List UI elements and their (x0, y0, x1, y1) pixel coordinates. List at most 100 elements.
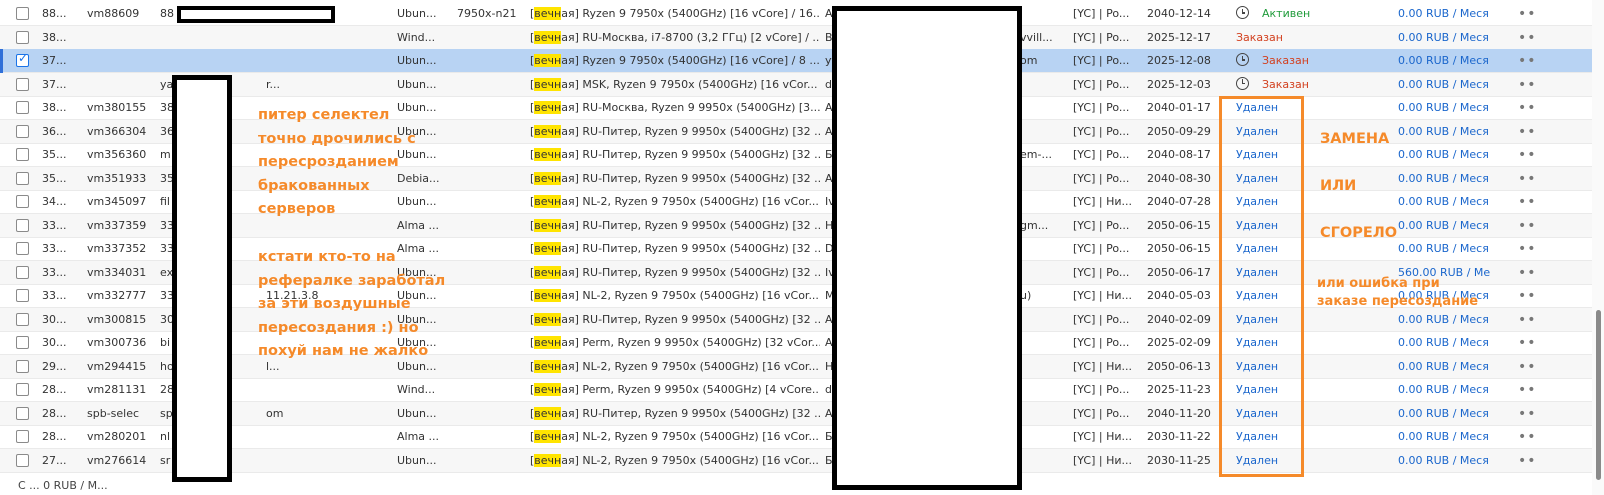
row-vm-name: vm281131 (87, 383, 147, 396)
row-checkbox[interactable] (16, 336, 29, 349)
annotation-line: заказе пересоздание (1317, 294, 1479, 309)
row-os: Ubun... (397, 453, 437, 467)
row-menu-icon[interactable]: ••• (1518, 425, 1538, 449)
row-vm-name: vm345097 (87, 195, 147, 208)
row-checkbox[interactable] (16, 77, 29, 91)
row-tariff: [вечная] Perm, Ryzen 9 9950x (5400GHz) [… (530, 378, 820, 402)
row-checkbox[interactable] (16, 383, 29, 396)
row-price[interactable]: 0.00 RUB / Меся (1398, 2, 1508, 26)
row-price[interactable]: 0.00 RUB / Меся (1398, 96, 1508, 120)
row-checkbox[interactable] (16, 312, 29, 326)
table-row[interactable]: 29... vm294415 ho l... Ubun... [вечная] NL-2,… (0, 354, 1604, 379)
row-checkbox[interactable] (16, 265, 29, 279)
row-expire-date: 2025-02-09 (1147, 336, 1211, 349)
row-os: Wind... (397, 383, 436, 396)
row-checkbox[interactable] (16, 359, 29, 373)
row-menu-icon[interactable]: ••• (1518, 378, 1538, 402)
row-expire-date: 2040-07-28 (1147, 195, 1211, 208)
table-row[interactable]: 30... vm300815 30 Ubun... [вечная] RU-Питер,… (0, 307, 1604, 332)
row-price[interactable]: 0.00 RUB / Меся (1398, 402, 1508, 426)
table-row[interactable]: 28... vm281131 28 Wind... [вечная] Perm, Ryz… (0, 378, 1604, 402)
row-vm-name (87, 26, 159, 50)
row-checkbox[interactable] (16, 51, 29, 67)
table-row[interactable]: 34... vm345097 fil Ubun... [вечная] NL-2, Ry… (0, 190, 1604, 214)
row-price[interactable]: 0.00 RUB / Меся (1398, 425, 1508, 449)
table-row[interactable]: 38... Wind... [вечная] RU-Москва, i7-8700 … (0, 25, 1604, 50)
tariff-text: ая] RU-Москва, Ryzen 9 9950x (5400GHz) [… (561, 101, 820, 114)
row-menu-icon[interactable]: ••• (1518, 190, 1538, 214)
row-expire-date: 2040-11-20 (1147, 406, 1211, 420)
table-row[interactable]: 38... vm380155 38 Ubun... [вечная] RU-Москва… (0, 96, 1604, 120)
row-comment (1020, 237, 1072, 261)
row-menu-icon[interactable]: ••• (1518, 355, 1538, 379)
row-checkbox[interactable] (16, 171, 29, 185)
row-account: [YC] | Po... (1073, 406, 1130, 420)
row-price[interactable]: 0.00 RUB / Меся (1398, 237, 1508, 261)
scrollbar-thumb[interactable] (1596, 310, 1601, 480)
row-menu-icon[interactable]: ••• (1518, 449, 1538, 473)
row-menu-icon[interactable]: ••• (1518, 167, 1538, 191)
row-price[interactable]: 0.00 RUB / Меся (1398, 73, 1508, 97)
row-comment (1020, 378, 1072, 402)
row-price[interactable]: 0.00 RUB / Меся (1398, 308, 1508, 332)
tariff-text: ая] RU-Питер, Ryzen 9 9950x (5400GHz) [3… (561, 148, 820, 161)
row-checkbox[interactable] (16, 218, 29, 232)
row-menu-icon[interactable]: ••• (1518, 143, 1538, 167)
row-expire-date: 2050-06-17 (1147, 265, 1211, 279)
row-checkbox[interactable] (16, 101, 29, 114)
table-row[interactable]: 30... vm300736 bi Ubun... [вечная] Perm, Ryz… (0, 331, 1604, 355)
row-price[interactable]: 0.00 RUB / Меся (1398, 26, 1508, 50)
row-menu-icon[interactable]: ••• (1518, 214, 1538, 238)
row-checkbox[interactable] (16, 7, 29, 20)
row-price[interactable]: 0.00 RUB / Меся (1398, 167, 1508, 191)
row-checkbox[interactable] (16, 124, 29, 138)
table-row[interactable]: 28... vm280201 nl Alma ... [вечная] NL-2, Ry… (0, 425, 1604, 449)
row-account: [YC] | Po... (1073, 77, 1130, 91)
row-menu-icon[interactable]: ••• (1518, 261, 1538, 285)
row-menu-icon[interactable]: ••• (1518, 284, 1538, 308)
tariff-badge: вечн (534, 383, 562, 396)
row-price[interactable]: 0.00 RUB / Меся (1398, 49, 1508, 73)
row-comment (1020, 261, 1072, 285)
row-expire-date: 2050-06-13 (1147, 359, 1211, 373)
row-checkbox[interactable] (16, 148, 29, 161)
row-price[interactable]: 0.00 RUB / Меся (1398, 449, 1508, 473)
tariff-text: ая] RU-Питер, Ryzen 9 9950x (5400GHz) [3… (561, 265, 820, 279)
row-price[interactable]: 0.00 RUB / Меся (1398, 190, 1508, 214)
tariff-badge: вечн (534, 7, 562, 20)
row-price[interactable]: 0.00 RUB / Меся (1398, 355, 1508, 379)
row-hostname-end: r... (266, 77, 281, 91)
tariff-badge: вечн (534, 265, 562, 279)
row-menu-icon[interactable]: ••• (1518, 2, 1538, 26)
table-row[interactable]: 37... Ubun... [вечная] Ryzen 9 7950x (5400… (0, 49, 1604, 73)
row-menu-icon[interactable]: ••• (1518, 120, 1538, 144)
row-price[interactable]: 0.00 RUB / Меся (1398, 331, 1508, 355)
row-checkbox[interactable] (16, 30, 29, 44)
row-checkbox[interactable] (16, 453, 29, 467)
table-row[interactable]: 37... ya r... Ubun... [вечная] MSK, Ryzen 9 … (0, 72, 1604, 97)
row-menu-icon[interactable]: ••• (1518, 402, 1538, 426)
row-price[interactable]: 0.00 RUB / Меся (1398, 120, 1508, 144)
table-row[interactable]: 28... spb-selec sp om Ubun... [вечная] RU-Пит… (0, 401, 1604, 426)
row-menu-icon[interactable]: ••• (1518, 49, 1538, 73)
table-row[interactable]: 27... vm276614 sr Ubun... [вечная] NL-2, Ryz… (0, 448, 1604, 473)
row-checkbox[interactable] (16, 242, 29, 255)
row-menu-icon[interactable]: ••• (1518, 26, 1538, 50)
row-menu-icon[interactable]: ••• (1518, 308, 1538, 332)
row-price[interactable]: 0.00 RUB / Меся (1398, 378, 1508, 402)
row-checkbox[interactable] (16, 430, 29, 443)
row-menu-icon[interactable]: ••• (1518, 331, 1538, 355)
row-vm-name: spb-selec (87, 406, 140, 420)
annotation-line: бракованных (258, 177, 370, 194)
row-comment (1020, 308, 1072, 332)
table-row[interactable]: 35... vm351933 35 Debia... [вечная] RU-Питер… (0, 166, 1604, 191)
row-menu-icon[interactable]: ••• (1518, 237, 1538, 261)
row-price[interactable]: 0.00 RUB / Меся (1398, 214, 1508, 238)
row-checkbox[interactable] (16, 406, 29, 420)
row-menu-icon[interactable]: ••• (1518, 73, 1538, 97)
row-price[interactable]: 0.00 RUB / Меся (1398, 143, 1508, 167)
row-menu-icon[interactable]: ••• (1518, 96, 1538, 120)
row-checkbox[interactable] (16, 195, 29, 208)
row-id: 28... (42, 406, 67, 420)
row-checkbox[interactable] (16, 289, 29, 302)
